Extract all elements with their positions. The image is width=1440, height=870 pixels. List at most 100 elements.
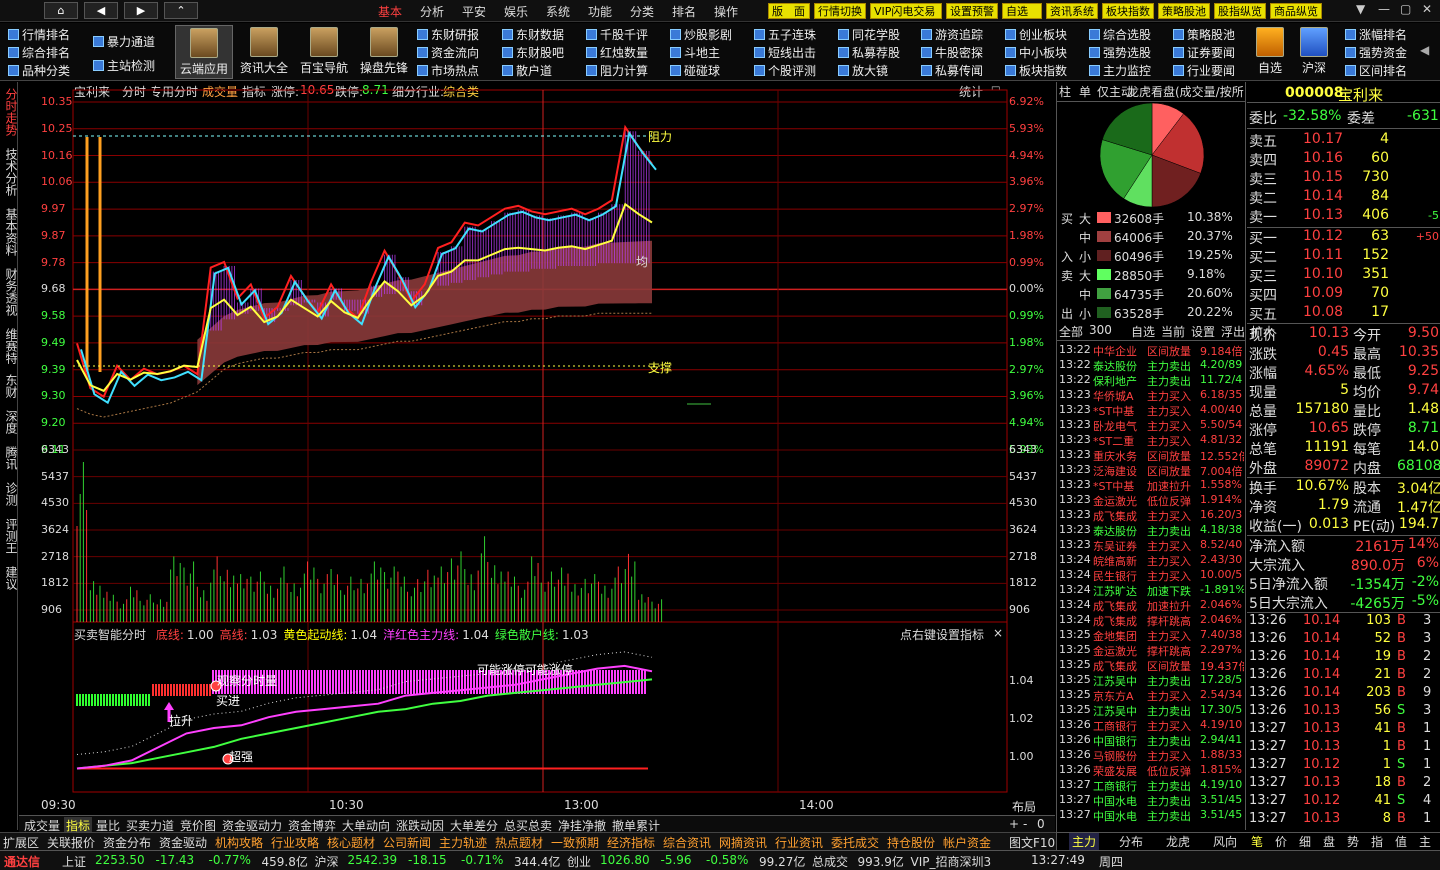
- forward-icon[interactable]: ▶: [124, 2, 158, 19]
- left-tab[interactable]: 分时走势: [1, 88, 18, 136]
- toolbar-link[interactable]: 东财研报: [417, 26, 479, 43]
- close-icon[interactable]: ✕: [1422, 2, 1432, 16]
- close-indicator-icon[interactable]: ×: [993, 626, 1003, 640]
- news-stock[interactable]: 成飞集成: [1093, 613, 1137, 629]
- toolbar-big-button[interactable]: 资讯大全: [235, 25, 293, 79]
- right-detail-tab[interactable]: 价: [1275, 833, 1287, 850]
- toolbar-link[interactable]: 市场热点: [417, 62, 479, 79]
- news-stock[interactable]: *ST中基: [1093, 403, 1134, 419]
- toolbar-link[interactable]: 行情排名: [8, 26, 70, 43]
- news-stock[interactable]: 中华企业: [1093, 343, 1137, 359]
- reset-zoom-icon[interactable]: 0: [1037, 817, 1045, 831]
- toolbar-link[interactable]: 短线出击: [754, 44, 816, 61]
- news-filter[interactable]: 设置: [1191, 323, 1215, 340]
- toolbar-link[interactable]: 证券要闻: [1173, 44, 1235, 61]
- left-tab[interactable]: 维赛特: [1, 328, 18, 364]
- toolbar-link[interactable]: 强势资金: [1345, 44, 1407, 61]
- news-stock[interactable]: 皖维高新: [1093, 553, 1137, 569]
- f10-button[interactable]: 图文F10: [1009, 834, 1055, 851]
- toolbar-link[interactable]: 行业要闻: [1173, 62, 1235, 79]
- news-stock[interactable]: 金运激光: [1093, 643, 1137, 659]
- bottom-tab[interactable]: 核心题材: [327, 834, 375, 851]
- toolbar-link[interactable]: 碰碰球: [670, 62, 720, 79]
- news-stock[interactable]: 泰达股份: [1093, 523, 1137, 539]
- back-icon[interactable]: ◀: [84, 2, 118, 19]
- toolbar-link[interactable]: 斗地主: [670, 44, 720, 61]
- toolbar-link[interactable]: 东财股吧: [502, 44, 564, 61]
- toolbar-link[interactable]: 板块指数: [1005, 62, 1067, 79]
- right-top-tab[interactable]: 龙虎看盘(成交量/按所: [1127, 83, 1245, 100]
- news-stock[interactable]: 泰达股份: [1093, 358, 1137, 374]
- quick-button[interactable]: 板块指数: [1102, 3, 1154, 19]
- toolbar-link[interactable]: 牛股密探: [921, 44, 983, 61]
- left-tab[interactable]: 基本资料: [1, 208, 18, 256]
- bottom-tab[interactable]: 机构攻略: [215, 834, 263, 851]
- zoom-in-icon[interactable]: +: [1009, 817, 1019, 831]
- left-tab[interactable]: 财务透视: [1, 268, 18, 316]
- menu-item[interactable]: 基本: [378, 3, 402, 20]
- bottom-tab[interactable]: 帐户资金: [943, 834, 991, 851]
- toolbar-big-button[interactable]: 百宝导航: [295, 25, 353, 79]
- maximize-icon[interactable]: ▢: [1400, 2, 1411, 16]
- menu-item[interactable]: 排名: [672, 3, 696, 20]
- news-stock[interactable]: 成飞集成: [1093, 658, 1137, 674]
- news-stock[interactable]: 中国银行: [1093, 733, 1137, 749]
- right-detail-tab[interactable]: 细: [1299, 833, 1311, 850]
- toolbar-link[interactable]: 主站检测: [93, 57, 155, 74]
- left-tab[interactable]: 建议: [1, 566, 18, 590]
- quick-button[interactable]: 设置预警: [946, 3, 998, 19]
- news-stock[interactable]: 荣盛发展: [1093, 763, 1137, 779]
- up-icon[interactable]: ⌃: [164, 2, 198, 19]
- left-tab[interactable]: 技术分析: [1, 148, 18, 196]
- dropdown-icon[interactable]: ▼: [1356, 2, 1365, 16]
- layout-button[interactable]: 布局: [1012, 798, 1036, 815]
- toolbar-link[interactable]: 同花学股: [838, 26, 900, 43]
- toolbar-link[interactable]: 资金流向: [417, 44, 479, 61]
- bottom-tab[interactable]: 主力轨迹: [439, 834, 487, 851]
- toolbar-link[interactable]: 策略股池: [1173, 26, 1235, 43]
- bottom-tab[interactable]: 资金分布: [103, 834, 151, 851]
- bottom-tab[interactable]: 热点题材: [495, 834, 543, 851]
- intraday-chart[interactable]: 宝利来 分时 专用分时 成交量 指标 涨停: 10.65 跌停: 8.71 细分…: [19, 82, 1055, 830]
- news-stock[interactable]: 保利地产: [1093, 373, 1137, 389]
- toolbar-link[interactable]: 阻力计算: [586, 62, 648, 79]
- bottom-tab[interactable]: 委托成交: [831, 834, 879, 851]
- toolbar-link[interactable]: 创业板块: [1005, 26, 1067, 43]
- toolbar-link[interactable]: 炒股影剧: [670, 26, 732, 43]
- bottom-tab[interactable]: 资金驱动: [159, 834, 207, 851]
- news-stock[interactable]: 民生银行: [1093, 568, 1137, 584]
- news-stock[interactable]: 华侨城A: [1093, 388, 1134, 404]
- collapse-toolbar-icon[interactable]: ◀: [1420, 43, 1429, 57]
- news-stock[interactable]: 成飞集成: [1093, 598, 1137, 614]
- news-stock[interactable]: 重庆水务: [1093, 448, 1137, 464]
- toolbar-link[interactable]: 千股千评: [586, 26, 648, 43]
- home-icon[interactable]: ⌂: [44, 2, 78, 19]
- menu-item[interactable]: 分类: [630, 3, 654, 20]
- right-bottom-tab[interactable]: 主力: [1069, 833, 1100, 850]
- toolbar-link[interactable]: 综合排名: [8, 44, 70, 61]
- toolbar-big-button[interactable]: 自选: [1248, 25, 1292, 79]
- toolbar-link[interactable]: 区间排名: [1345, 62, 1407, 79]
- quick-button[interactable]: VIP闪电交易: [870, 3, 942, 19]
- bottom-tab[interactable]: 行业攻略: [271, 834, 319, 851]
- news-stock[interactable]: 金运激光: [1093, 493, 1137, 509]
- left-tab[interactable]: 评测王: [1, 518, 18, 554]
- toolbar-link[interactable]: 私募荐股: [838, 44, 900, 61]
- news-filter[interactable]: 全部: [1059, 323, 1083, 340]
- news-filter[interactable]: 300: [1089, 323, 1112, 337]
- quick-button[interactable]: 自选股: [1002, 3, 1042, 34]
- bottom-tab[interactable]: 持仓股份: [887, 834, 935, 851]
- toolbar-link[interactable]: 个股评测: [754, 62, 816, 79]
- news-stock[interactable]: 马钢股份: [1093, 748, 1137, 764]
- toolbar-link[interactable]: 五子连珠: [754, 26, 816, 43]
- toolbar-link[interactable]: 私募传闻: [921, 62, 983, 79]
- right-detail-tab[interactable]: 值: [1395, 833, 1407, 850]
- left-tab[interactable]: 东财: [1, 374, 18, 398]
- toolbar-link[interactable]: 强势选股: [1089, 44, 1151, 61]
- news-stock[interactable]: 中国水电: [1093, 808, 1137, 824]
- bottom-tab[interactable]: 行业资讯: [775, 834, 823, 851]
- right-top-tab[interactable]: 柱: [1059, 83, 1071, 100]
- quick-button[interactable]: 资讯系统: [1046, 3, 1098, 19]
- right-bottom-tab[interactable]: 分布: [1116, 833, 1146, 850]
- news-stock[interactable]: 工商银行: [1093, 718, 1137, 734]
